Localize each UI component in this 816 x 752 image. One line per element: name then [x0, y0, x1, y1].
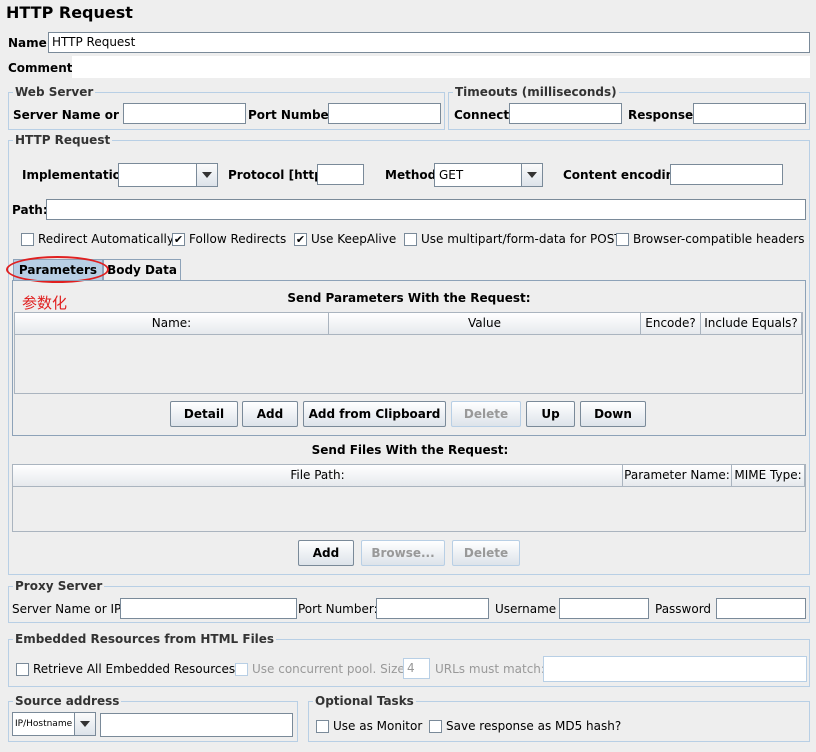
multipart-checkbox[interactable] — [404, 233, 417, 246]
method-value: GET — [439, 168, 464, 182]
comments-input[interactable] — [72, 56, 810, 78]
concurrent-pool-label: Use concurrent pool. Size: — [252, 662, 409, 676]
connect-input[interactable] — [509, 103, 622, 124]
timeouts-legend: Timeouts (milliseconds) — [455, 85, 617, 99]
col-file-path[interactable]: File Path: — [13, 465, 623, 487]
proxy-port-label: Port Number: — [298, 602, 378, 616]
proxy-server-input[interactable] — [120, 598, 297, 619]
col-value[interactable]: Value — [329, 313, 641, 335]
method-label: Method: — [385, 168, 441, 182]
col-include-equals[interactable]: Include Equals? — [701, 313, 802, 335]
response-input[interactable] — [693, 103, 806, 124]
proxy-username-label: Username — [495, 602, 557, 616]
implementation-select[interactable] — [118, 163, 218, 187]
embedded-resources-legend: Embedded Resources from HTML Files — [15, 632, 275, 646]
urls-must-match-label: URLs must match: — [435, 662, 545, 676]
redirect-automatically-checkbox[interactable] — [21, 233, 34, 246]
multipart-label: Use multipart/form-data for POST — [421, 232, 622, 246]
source-address-legend: Source address — [15, 694, 120, 708]
proxy-server-legend: Proxy Server — [15, 579, 103, 593]
save-md5-checkbox[interactable] — [429, 720, 442, 733]
path-input[interactable] — [46, 199, 806, 220]
col-parameter-name[interactable]: Parameter Name: — [623, 465, 732, 487]
use-keepalive-label: Use KeepAlive — [311, 232, 397, 246]
col-mime-type[interactable]: MIME Type: — [732, 465, 805, 487]
delete-button[interactable]: Delete — [451, 401, 521, 427]
detail-button[interactable]: Detail — [170, 401, 238, 427]
browser-headers-checkbox[interactable] — [616, 233, 629, 246]
chevron-down-icon[interactable] — [74, 713, 95, 735]
files-table[interactable]: File Path: Parameter Name: MIME Type: — [12, 464, 806, 532]
highlight-ellipse — [6, 256, 109, 283]
proxy-port-input[interactable] — [376, 598, 489, 619]
chevron-down-icon[interactable] — [196, 164, 217, 186]
params-table[interactable]: Name: Value Encode? Include Equals? — [14, 312, 803, 394]
redirect-automatically-label: Redirect Automatically — [38, 232, 174, 246]
browse-button[interactable]: Browse... — [361, 540, 445, 566]
add-button[interactable]: Add — [242, 401, 298, 427]
content-encoding-input[interactable] — [670, 164, 783, 185]
method-select[interactable]: GET — [434, 163, 543, 187]
use-as-monitor-checkbox[interactable] — [316, 720, 329, 733]
source-type-value: IP/Hostname — [15, 719, 73, 729]
concurrent-pool-checkbox[interactable] — [235, 663, 248, 676]
files-delete-button[interactable]: Delete — [452, 540, 520, 566]
down-button[interactable]: Down — [580, 401, 646, 427]
connect-label: Connect: — [454, 108, 514, 122]
server-name-input[interactable] — [123, 103, 246, 124]
add-from-clipboard-button[interactable]: Add from Clipboard — [303, 401, 446, 427]
http-request-legend: HTTP Request — [15, 133, 111, 147]
retrieve-embedded-checkbox[interactable] — [16, 663, 29, 676]
port-number-label: Port Number: — [248, 108, 340, 122]
chevron-down-icon[interactable] — [521, 164, 542, 186]
source-type-select[interactable]: IP/Hostname — [12, 712, 96, 736]
proxy-username-input[interactable] — [559, 598, 649, 619]
use-keepalive-checkbox[interactable]: ✔ — [294, 233, 307, 246]
port-number-input[interactable] — [328, 103, 441, 124]
follow-redirects-checkbox[interactable]: ✔ — [172, 233, 185, 246]
server-name-label: Server Name or IP: — [13, 108, 142, 122]
proxy-password-input[interactable] — [716, 598, 806, 619]
optional-tasks-legend: Optional Tasks — [315, 694, 414, 708]
col-name[interactable]: Name: — [15, 313, 329, 335]
up-button[interactable]: Up — [526, 401, 575, 427]
response-label: Response: — [628, 108, 698, 122]
protocol-input[interactable] — [317, 164, 364, 185]
files-heading: Send Files With the Request: — [311, 443, 509, 457]
use-as-monitor-label: Use as Monitor — [333, 719, 423, 733]
browser-headers-label: Browser-compatible headers — [633, 232, 805, 246]
follow-redirects-label: Follow Redirects — [189, 232, 287, 246]
content-encoding-label: Content encoding: — [563, 168, 688, 182]
tab-body-data[interactable]: Body Data — [103, 259, 181, 280]
proxy-server-label: Server Name or IP: — [12, 602, 126, 616]
save-md5-label: Save response as MD5 hash? — [446, 719, 622, 733]
page-title: HTTP Request — [6, 3, 133, 22]
files-add-button[interactable]: Add — [298, 540, 354, 566]
path-label: Path: — [12, 203, 48, 217]
source-address-input[interactable] — [100, 713, 293, 737]
urls-must-match-input[interactable] — [543, 656, 807, 682]
web-server-legend: Web Server — [15, 85, 94, 99]
name-input[interactable]: HTTP Request — [48, 32, 810, 53]
pool-size-input[interactable]: 4 — [403, 658, 430, 679]
params-heading: Send Parameters With the Request: — [287, 291, 531, 305]
col-encode[interactable]: Encode? — [641, 313, 701, 335]
proxy-password-label: Password — [655, 602, 712, 616]
retrieve-embedded-label: Retrieve All Embedded Resources — [33, 662, 236, 676]
name-label: Name: — [8, 36, 52, 50]
